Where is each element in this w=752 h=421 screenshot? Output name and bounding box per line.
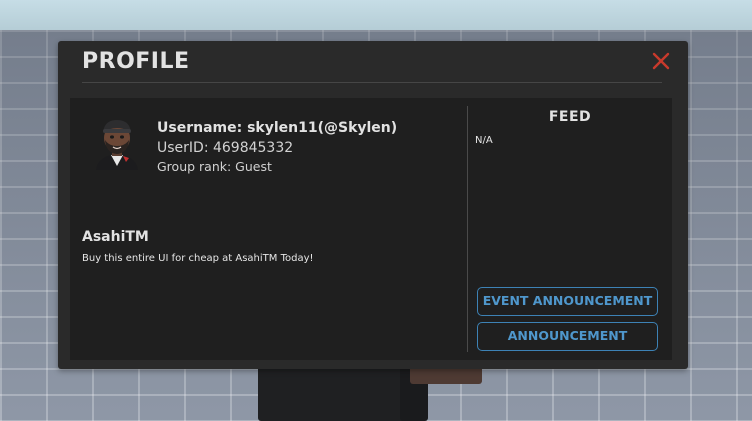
user-info: Username: skylen11(@Skylen) UserID: 4698… bbox=[157, 118, 397, 176]
feed-text: N/A bbox=[475, 135, 493, 146]
panel-title: PROFILE bbox=[82, 49, 190, 74]
feed-title: FEED bbox=[548, 109, 592, 125]
brand-name: AsahiTM bbox=[82, 229, 149, 245]
feed-divider bbox=[467, 106, 468, 352]
close-icon bbox=[652, 52, 670, 70]
brand-tagline: Buy this entire UI for cheap at AsahiTM … bbox=[82, 253, 314, 264]
event-announcement-button[interactable]: EVENT ANNOUNCEMENT bbox=[477, 287, 658, 316]
announcement-button[interactable]: ANNOUNCEMENT bbox=[477, 322, 658, 351]
username-label: Username: skylen11(@Skylen) bbox=[157, 120, 398, 136]
header-divider bbox=[82, 82, 662, 83]
avatar bbox=[90, 116, 144, 170]
userid-label: UserID: 469845332 bbox=[157, 140, 294, 156]
close-button[interactable] bbox=[650, 50, 672, 72]
sky-backdrop bbox=[0, 0, 752, 34]
group-rank-label: Group rank: Guest bbox=[157, 159, 272, 174]
profile-content: Username: skylen11(@Skylen) UserID: 4698… bbox=[70, 98, 672, 360]
profile-panel: PROFILE Username: skylen11(@Skylen) User… bbox=[58, 41, 688, 369]
